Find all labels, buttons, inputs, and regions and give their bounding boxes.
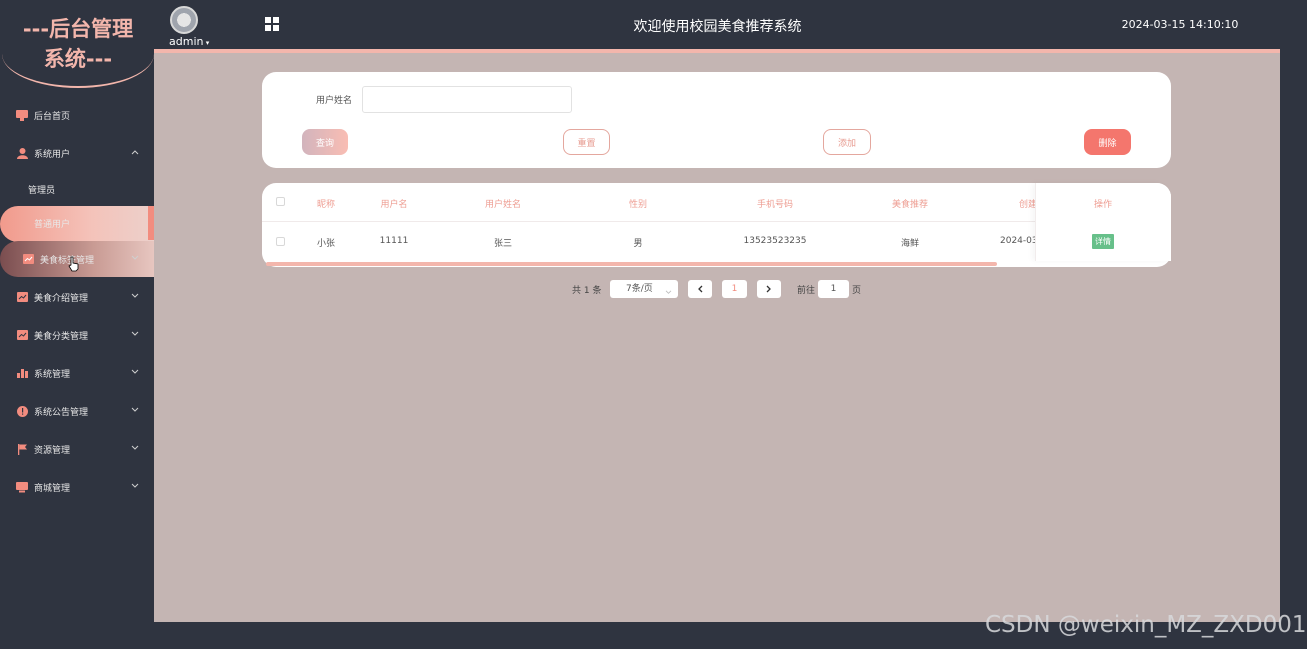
sidebar-item-system-users[interactable]: 系统用户 (0, 134, 154, 172)
user-menu[interactable]: admin ▾ (169, 35, 209, 48)
sidebar-item-resources[interactable]: 资源管理 (0, 430, 154, 468)
sidebar-item-label: 系统公告管理 (34, 407, 89, 418)
logo-line-2: 系统--- (43, 47, 113, 71)
page-number-current[interactable]: 1 (722, 280, 747, 298)
chevron-down-icon (130, 253, 140, 263)
select-all-checkbox[interactable] (276, 197, 285, 206)
pagination-total: 共 1 条 (572, 286, 602, 296)
user-icon (16, 147, 28, 159)
monitor-icon (16, 481, 28, 493)
sidebar-item-home[interactable]: 后台首页 (0, 96, 154, 134)
flag-icon (16, 443, 28, 455)
horizontal-scrollbar[interactable] (266, 262, 997, 266)
goto-label: 前往 (797, 286, 816, 296)
monitor-icon (16, 109, 28, 121)
right-border (1280, 50, 1307, 622)
sidebar-item-label: 美食介绍管理 (34, 293, 89, 304)
sidebar-item-label: 普通用户 (34, 219, 71, 230)
column-header-nickname[interactable]: 昵称 (306, 197, 346, 210)
chevron-down-icon (130, 329, 140, 339)
logo-line-1: ---后台管理 (22, 17, 134, 41)
sidebar-item-announcement[interactable]: 系统公告管理 (0, 392, 154, 430)
sidebar-item-label: 美食分类管理 (34, 331, 89, 342)
chevron-down-icon (130, 367, 140, 377)
column-header-realname[interactable]: 用户姓名 (473, 197, 533, 210)
chart-icon (16, 291, 28, 303)
page-suffix: 页 (852, 286, 862, 296)
delete-button[interactable]: 删除 (1084, 129, 1131, 155)
cell-food: 海鲜 (900, 239, 919, 249)
watermark: CSDN @weixin_MZ_ZXD001 (985, 612, 1307, 638)
bar-chart-icon (16, 367, 28, 379)
chevron-right-icon (766, 285, 771, 293)
chevron-down-icon (665, 284, 672, 302)
goto-page-input[interactable]: 1 (818, 280, 849, 298)
cell-created: 2024-03 (1000, 236, 1038, 246)
sidebar-item-label: 系统管理 (34, 369, 71, 380)
page-size-select[interactable]: 7条/页 (610, 280, 678, 298)
column-header-gender[interactable]: 性别 (618, 197, 658, 210)
cell-nickname: 小张 (316, 239, 335, 249)
avatar[interactable] (170, 6, 198, 34)
sidebar-item-label: 商城管理 (34, 483, 71, 494)
column-header-food-recommend[interactable]: 美食推荐 (880, 197, 940, 210)
chevron-up-icon (130, 147, 140, 157)
sidebar-subitem-admin[interactable]: 管理员 (0, 172, 154, 206)
chevron-left-icon (698, 285, 703, 293)
chart-icon (22, 253, 34, 265)
search-label: 用户姓名 (316, 96, 353, 106)
reset-button[interactable]: 重置 (563, 129, 610, 155)
column-header-username[interactable]: 用户名 (369, 197, 419, 210)
sidebar-subitem-normal-user[interactable]: 普通用户 (0, 206, 154, 240)
mouse-cursor-icon (68, 256, 80, 276)
sidebar-item-label: 美食标签管理 (40, 255, 95, 266)
prev-page-button[interactable] (688, 280, 712, 298)
sidebar: ---后台管理 系统--- 后台首页 系统用户 管理员 普通用户 美食标签管理 (0, 0, 154, 649)
datetime: 2024-03-15 14:10:10 (1121, 18, 1239, 31)
page-size-value: 7条/页 (626, 284, 653, 294)
sidebar-item-label: 后台首页 (34, 111, 71, 122)
cell-username: 11111 (379, 236, 409, 246)
add-button[interactable]: 添加 (823, 129, 871, 155)
username: admin (169, 35, 204, 48)
sidebar-item-system-manage[interactable]: 系统管理 (0, 354, 154, 392)
cell-gender: 男 (633, 239, 643, 249)
chevron-down-icon (130, 405, 140, 415)
logo: ---后台管理 系统--- (2, 0, 154, 88)
sidebar-item-label: 资源管理 (34, 445, 71, 456)
grid-menu-icon[interactable] (265, 17, 279, 31)
sidebar-item-food-category[interactable]: 美食分类管理 (0, 316, 154, 354)
chevron-down-icon (130, 291, 140, 301)
caret-down-icon: ▾ (203, 39, 210, 47)
cell-realname: 张三 (493, 239, 512, 249)
sidebar-item-label: 管理员 (28, 185, 56, 196)
column-header-phone[interactable]: 手机号码 (735, 197, 815, 210)
info-icon (16, 405, 28, 417)
sidebar-item-food-intro[interactable]: 美食介绍管理 (0, 278, 154, 316)
next-page-button[interactable] (757, 280, 781, 298)
site-title: 欢迎使用校园美食推荐系统 (633, 19, 802, 35)
column-header-action: 操作 (1093, 200, 1112, 210)
sidebar-item-mall[interactable]: 商城管理 (0, 468, 154, 506)
search-input[interactable] (362, 86, 572, 113)
chevron-down-icon (130, 443, 140, 453)
logo-text: ---后台管理 系统--- (2, 14, 154, 74)
chart-icon (16, 329, 28, 341)
sidebar-item-label: 系统用户 (34, 149, 71, 160)
cell-phone: 13523523235 (743, 236, 807, 246)
detail-button[interactable]: 详情 (1092, 234, 1114, 249)
query-button[interactable]: 查询 (302, 129, 348, 155)
chevron-down-icon (130, 481, 140, 491)
row-checkbox[interactable] (276, 237, 285, 246)
fixed-action-column (1035, 183, 1171, 261)
